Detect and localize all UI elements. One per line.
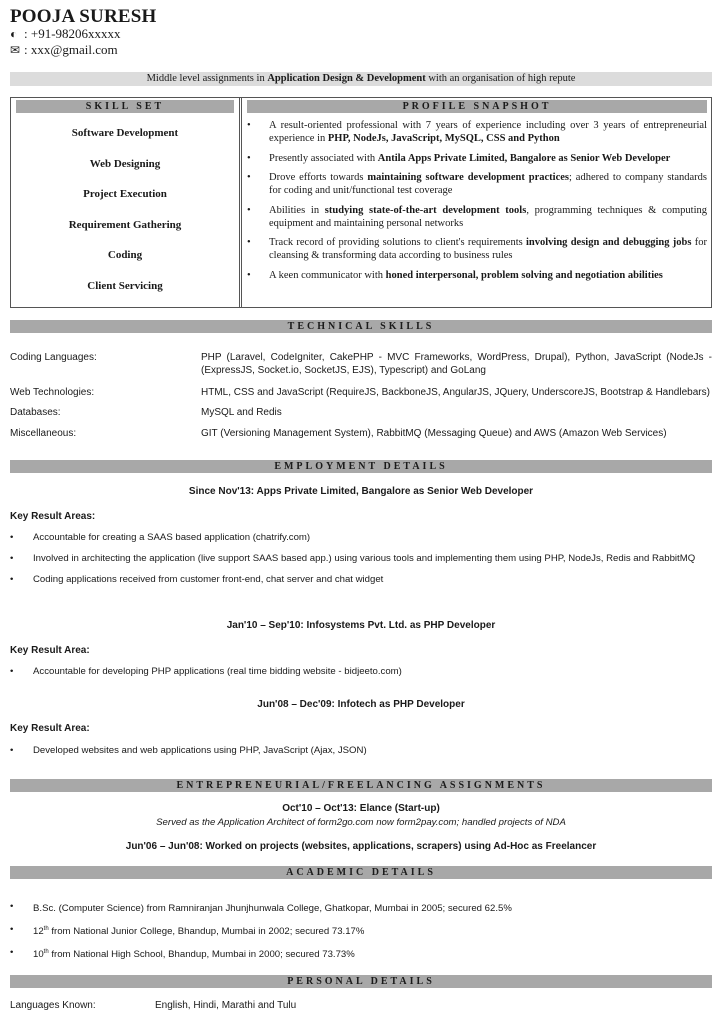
academic-item: 10th from National High School, Bhandup,… (10, 946, 712, 961)
profile-list: A result-oriented professional with 7 ye… (247, 119, 707, 288)
personal-header: PERSONAL DETAILS (10, 975, 712, 988)
envelope-icon: ✉ (10, 43, 21, 57)
profile-item: A result-oriented professional with 7 ye… (247, 119, 707, 145)
skill-item: Web Designing (89, 157, 161, 170)
freelance-title: Jun'06 – Jun'08: Worked on projects (web… (125, 841, 597, 852)
job-responsibilities: Accountable for developing PHP applicati… (10, 665, 712, 686)
kra-label: Key Result Area: (10, 645, 90, 656)
languages-label: Languages Known: (10, 1000, 96, 1011)
skills-profile-table: SKILL SET PROFILE SNAPSHOT Software Deve… (10, 97, 712, 308)
academic-item: 12th from National Junior College, Bhand… (10, 923, 712, 938)
email-address: : xxx@gmail.com (24, 42, 118, 57)
academic-list: B.Sc. (Computer Science) from Ramniranja… (10, 900, 712, 970)
list-item: Involved in architecting the application… (10, 552, 712, 565)
kra-label: Key Result Areas: (10, 511, 96, 522)
job-responsibilities: Accountable for creating a SAAS based ap… (10, 531, 712, 594)
tech-value: PHP (Laravel, CodeIgniter, CakePHP - MVC… (201, 352, 712, 376)
technical-skills-header: TECHNICAL SKILLS (10, 320, 712, 333)
job-title: Jan'10 – Sep'10: Infosystems Pvt. Ltd. a… (226, 620, 496, 631)
skill-item: Client Servicing (87, 279, 163, 292)
list-item: Coding applications received from custom… (10, 573, 712, 586)
tagline-suffix: with an organisation of high repute (425, 73, 576, 84)
tech-label: Databases: (10, 407, 61, 418)
freelancing-header: ENTREPRENEURIAL/FREELANCING ASSIGNMENTS (10, 779, 712, 792)
profile-item: Presently associated with Antila Apps Pr… (247, 152, 707, 165)
skill-list: Software Development Web Designing Proje… (11, 125, 239, 308)
email-line: ✉: xxx@gmail.com (10, 42, 118, 58)
tech-row-coding: Coding Languages: PHP (Laravel, CodeIgni… (10, 351, 712, 377)
tagline-prefix: Middle level assignments in (146, 73, 268, 84)
tech-label: Miscellaneous: (10, 428, 77, 439)
kra-label: Key Result Area: (10, 723, 90, 734)
profile-item: Track record of providing solutions to c… (247, 236, 707, 262)
tech-row-misc: Miscellaneous: GIT (Versioning Managemen… (10, 427, 712, 440)
phone-line: ◐ : +91-98206xxxxx (10, 26, 121, 42)
tech-row-web: Web Technologies: HTML, CSS and JavaScri… (10, 386, 712, 399)
academic-item: B.Sc. (Computer Science) from Ramniranja… (10, 900, 712, 915)
list-item: Developed websites and web applications … (10, 744, 712, 757)
profile-snapshot-header: PROFILE SNAPSHOT (247, 100, 707, 113)
freelance-description: Served as the Application Architect of f… (156, 817, 566, 828)
academic-header: ACADEMIC DETAILS (10, 866, 712, 879)
candidate-name: POOJA SURESH (10, 6, 157, 27)
skill-item: Requirement Gathering (68, 218, 182, 231)
tech-value: HTML, CSS and JavaScript (RequireJS, Bac… (201, 387, 710, 398)
phone-number: : +91-98206xxxxx (24, 26, 121, 41)
skill-item: Software Development (71, 127, 179, 139)
tech-label: Coding Languages: (10, 352, 97, 363)
tech-label: Web Technologies: (10, 387, 95, 398)
list-item: Accountable for developing PHP applicati… (10, 665, 712, 678)
tech-value: GIT (Versioning Management System), Rabb… (201, 428, 667, 439)
tech-value: MySQL and Redis (201, 407, 282, 418)
freelance-title: Oct'10 – Oct'13: Elance (Start-up) (282, 803, 440, 814)
tech-row-databases: Databases: MySQL and Redis (10, 406, 712, 419)
job-title: Since Nov'13: Apps Private Limited, Bang… (188, 486, 534, 497)
skill-item: Coding (107, 249, 143, 261)
job-title: Jun'08 – Dec'09: Infotech as PHP Develop… (257, 699, 465, 710)
skill-set-header: SKILL SET (16, 100, 234, 113)
list-item: Accountable for creating a SAAS based ap… (10, 531, 712, 544)
job-responsibilities: Developed websites and web applications … (10, 744, 712, 765)
languages-value: English, Hindi, Marathi and Tulu (155, 1000, 297, 1011)
tagline-bold: Application Design & Development (267, 73, 426, 84)
skill-item: Project Execution (83, 188, 167, 200)
languages-row: Languages Known: English, Hindi, Marathi… (10, 1000, 296, 1011)
profile-item: Drove efforts towards maintaining softwa… (247, 171, 707, 197)
phone-icon: ◐ (10, 27, 18, 41)
profile-item: A keen communicator with honed interpers… (247, 269, 707, 282)
table-divider (239, 98, 242, 307)
objective-banner: Middle level assignments in Application … (10, 72, 712, 86)
employment-header: EMPLOYMENT DETAILS (10, 460, 712, 473)
profile-item: Abilities in studying state-of-the-art d… (247, 204, 707, 230)
